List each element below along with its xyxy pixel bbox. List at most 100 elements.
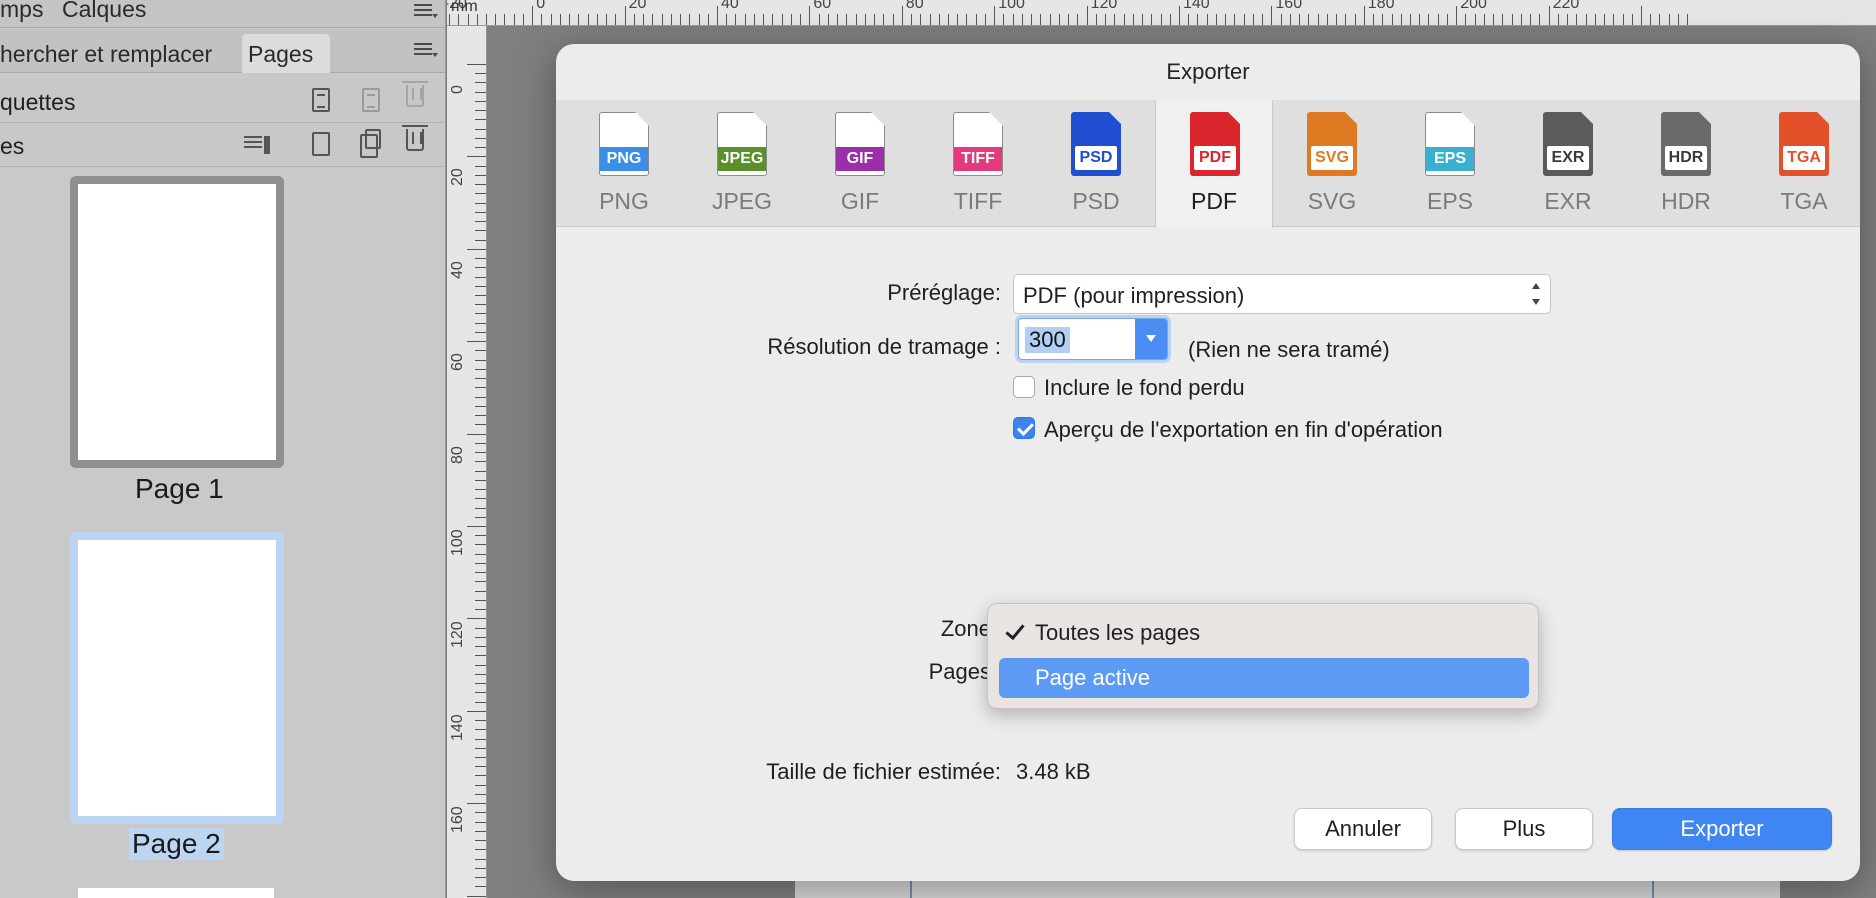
ruler-tick bbox=[475, 572, 486, 574]
format-icon-band: TIFF bbox=[954, 147, 1002, 171]
format-hdr-button[interactable]: HDR HDR bbox=[1627, 100, 1745, 227]
ruler-tick bbox=[994, 6, 996, 25]
ruler-tick bbox=[475, 165, 486, 167]
panel-menu-icon-2[interactable] bbox=[414, 43, 438, 57]
menu-item-all-pages[interactable]: Toutes les pages bbox=[999, 613, 1529, 653]
format-icon-band: GIF bbox=[836, 147, 884, 171]
vertical-ruler[interactable]: 020406080100120140160180 bbox=[447, 26, 487, 898]
raster-resolution-value[interactable]: 300 bbox=[1025, 327, 1070, 353]
ruler-tick bbox=[475, 285, 486, 287]
format-icon-band: EXR bbox=[1547, 146, 1589, 170]
ruler-tick bbox=[800, 14, 802, 25]
ruler-tick bbox=[1317, 14, 1319, 25]
ruler-label: 120 bbox=[449, 621, 466, 649]
ruler-tick bbox=[1169, 14, 1171, 25]
ruler-tick bbox=[1206, 14, 1208, 25]
format-exr-button[interactable]: EXR EXR bbox=[1509, 100, 1627, 227]
ruler-tick bbox=[467, 895, 486, 897]
ruler-tick bbox=[1132, 14, 1134, 25]
ruler-tick bbox=[449, 14, 451, 25]
bleed-label[interactable]: Inclure le fond perdu bbox=[1044, 375, 1245, 401]
preset-select[interactable]: PDF (pour impression) bbox=[1013, 274, 1551, 314]
ruler-tick bbox=[1677, 14, 1679, 25]
zone-label: Zone bbox=[940, 616, 991, 641]
chevron-down-icon[interactable] bbox=[1135, 319, 1167, 359]
ruler-tick bbox=[827, 14, 829, 25]
format-label: GIF bbox=[840, 188, 880, 214]
ruler-tick bbox=[467, 803, 486, 805]
page-options-icon[interactable] bbox=[244, 136, 270, 154]
ruler-tick bbox=[475, 174, 486, 176]
page-3-thumbnail[interactable] bbox=[78, 888, 274, 898]
ruler-tick bbox=[467, 710, 486, 712]
format-jpeg-button[interactable]: JPEG JPEG bbox=[683, 100, 801, 227]
tab-layers[interactable]: Calques bbox=[62, 0, 146, 23]
ruler-label: 140 bbox=[1183, 0, 1210, 12]
ruler-tick bbox=[1299, 14, 1301, 25]
panel-menu-icon[interactable] bbox=[414, 4, 438, 18]
format-icon-band: EPS bbox=[1426, 147, 1474, 171]
format-svg-button[interactable]: SVG SVG bbox=[1273, 100, 1391, 227]
ruler-tick bbox=[475, 359, 486, 361]
add-page-icon[interactable] bbox=[312, 132, 330, 156]
margin-guide bbox=[910, 880, 912, 898]
pages-panel: mps Calques hercher et remplacer Pages q… bbox=[0, 0, 446, 898]
delete-page-icon[interactable] bbox=[402, 125, 428, 151]
ruler-tick bbox=[1557, 14, 1559, 25]
tab-stamps[interactable]: mps bbox=[0, 0, 43, 23]
format-gif-button[interactable]: GIF GIF bbox=[801, 100, 919, 227]
add-master-icon[interactable] bbox=[312, 88, 330, 112]
ruler-tick bbox=[1539, 14, 1541, 25]
page-2-thumbnail[interactable] bbox=[70, 532, 284, 824]
format-tga-button[interactable]: TGA TGA bbox=[1745, 100, 1860, 227]
ruler-label: 100 bbox=[998, 0, 1025, 12]
ruler-tick bbox=[475, 886, 486, 888]
ruler-tick bbox=[938, 14, 940, 25]
ruler-tick bbox=[1197, 14, 1199, 25]
format-tiff-button[interactable]: TIFF TIFF bbox=[919, 100, 1037, 227]
ruler-tick bbox=[1419, 14, 1421, 25]
export-button[interactable]: Exporter bbox=[1612, 808, 1832, 850]
ruler-tick bbox=[475, 775, 486, 777]
ruler-tick bbox=[486, 14, 487, 25]
format-png-button[interactable]: PNG PNG bbox=[565, 100, 683, 227]
ruler-tick bbox=[911, 14, 913, 25]
ruler-tick bbox=[475, 387, 486, 389]
format-eps-button[interactable]: EPS EPS bbox=[1391, 100, 1509, 227]
raster-resolution-combo[interactable]: 300 bbox=[1018, 318, 1168, 360]
preview-checkbox[interactable] bbox=[1013, 417, 1035, 439]
more-button[interactable]: Plus bbox=[1455, 808, 1593, 850]
dialog-title: Exporter bbox=[1166, 59, 1250, 84]
tab-find-replace[interactable]: hercher et remplacer bbox=[0, 41, 212, 68]
format-pdf-button[interactable]: PDF PDF bbox=[1155, 100, 1273, 228]
ruler-tick bbox=[1179, 6, 1180, 25]
format-psd-button[interactable]: PSD PSD bbox=[1037, 100, 1155, 227]
ruler-unit: mm bbox=[451, 0, 478, 15]
ruler-tick bbox=[1446, 14, 1448, 25]
ruler-tick bbox=[475, 100, 486, 102]
ruler-tick bbox=[475, 858, 486, 860]
ruler-tick bbox=[1262, 14, 1264, 25]
ruler-tick bbox=[467, 618, 486, 620]
ruler-tick bbox=[1391, 14, 1393, 25]
ruler-tick bbox=[689, 14, 691, 25]
horizontal-ruler[interactable]: -60-40-20020406080100120140160180200220 bbox=[447, 0, 1876, 26]
tab-pages[interactable]: Pages bbox=[248, 41, 313, 68]
ruler-tick bbox=[578, 14, 580, 25]
preview-label[interactable]: Aperçu de l'exportation en fin d'opérati… bbox=[1044, 417, 1443, 443]
ruler-tick bbox=[475, 784, 486, 786]
bleed-checkbox[interactable] bbox=[1013, 376, 1035, 398]
ruler-tick bbox=[855, 14, 857, 25]
menu-item-active-page[interactable]: Page active bbox=[999, 658, 1529, 698]
ruler-tick bbox=[467, 248, 486, 250]
ruler-tick bbox=[1474, 14, 1476, 25]
ruler-tick bbox=[1373, 14, 1375, 25]
canvas-page-edge bbox=[795, 880, 1780, 898]
ruler-tick bbox=[475, 479, 486, 481]
cancel-button[interactable]: Annuler bbox=[1294, 808, 1432, 850]
ruler-tick bbox=[957, 14, 959, 25]
svg-file-icon: SVG bbox=[1307, 111, 1358, 176]
page-1-thumbnail[interactable] bbox=[70, 176, 284, 468]
ruler-tick bbox=[1576, 14, 1578, 25]
ruler-tick bbox=[475, 405, 486, 407]
